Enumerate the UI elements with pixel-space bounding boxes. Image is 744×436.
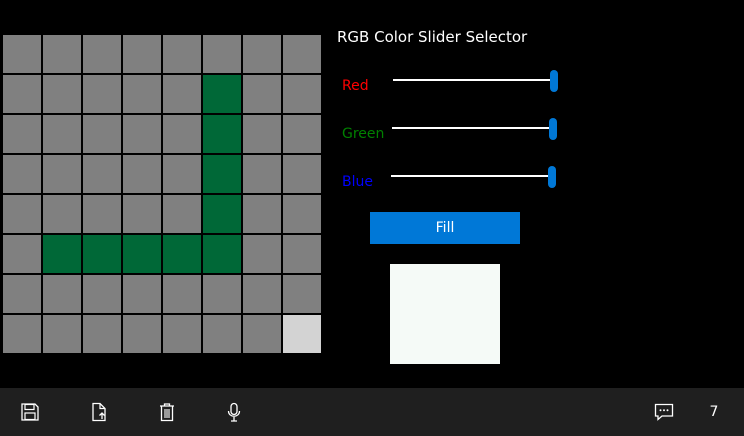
grid-cell[interactable] <box>203 75 241 113</box>
grid-cell[interactable] <box>123 235 161 273</box>
app-title: RGB Color Slider Selector <box>337 28 528 46</box>
blue-slider-track <box>391 175 556 177</box>
grid-cell[interactable] <box>243 35 281 73</box>
grid-cell[interactable] <box>123 155 161 193</box>
item-count: 7 <box>709 404 719 420</box>
grid-cell[interactable] <box>83 195 121 233</box>
red-slider-track <box>393 79 558 81</box>
grid-cell[interactable] <box>163 235 201 273</box>
grid-cell[interactable] <box>243 155 281 193</box>
grid-cell[interactable] <box>243 235 281 273</box>
green-label: Green <box>342 126 385 142</box>
grid-cell[interactable] <box>123 115 161 153</box>
grid-cell[interactable] <box>83 315 121 353</box>
grid-cell[interactable] <box>203 35 241 73</box>
grid-cell[interactable] <box>123 195 161 233</box>
grid-cell[interactable] <box>3 315 41 353</box>
green-slider[interactable] <box>392 115 557 143</box>
grid-cell[interactable] <box>3 275 41 313</box>
grid-cell[interactable] <box>123 35 161 73</box>
grid-cell[interactable] <box>3 195 41 233</box>
grid-cell[interactable] <box>283 315 321 353</box>
grid-cell[interactable] <box>3 115 41 153</box>
grid-cell[interactable] <box>163 155 201 193</box>
grid-cell[interactable] <box>3 35 41 73</box>
delete-icon <box>160 403 174 422</box>
grid-cell[interactable] <box>163 115 201 153</box>
grid-cell[interactable] <box>83 35 121 73</box>
grid-cell[interactable] <box>283 75 321 113</box>
grid-cell[interactable] <box>43 115 81 153</box>
microphone-icon <box>227 402 241 422</box>
grid-cell[interactable] <box>3 155 41 193</box>
grid-cell[interactable] <box>163 35 201 73</box>
export-icon <box>92 402 106 422</box>
grid-cell[interactable] <box>123 275 161 313</box>
microphone-button[interactable] <box>210 388 258 436</box>
grid-cell[interactable] <box>283 155 321 193</box>
grid-cell[interactable] <box>163 275 201 313</box>
grid-cell[interactable] <box>243 275 281 313</box>
grid-cell[interactable] <box>203 115 241 153</box>
grid-cell[interactable] <box>283 115 321 153</box>
grid-cell[interactable] <box>283 35 321 73</box>
blue-slider[interactable] <box>391 163 556 191</box>
grid-cell[interactable] <box>83 235 121 273</box>
grid-cell[interactable] <box>3 235 41 273</box>
save-button[interactable] <box>6 388 54 436</box>
export-button[interactable] <box>75 388 123 436</box>
green-slider-thumb[interactable] <box>549 118 557 140</box>
grid-cell[interactable] <box>163 75 201 113</box>
blue-slider-thumb[interactable] <box>548 166 556 188</box>
grid-cell[interactable] <box>203 275 241 313</box>
grid-cell[interactable] <box>283 195 321 233</box>
grid-cell[interactable] <box>163 195 201 233</box>
grid-cell[interactable] <box>203 315 241 353</box>
grid-cell[interactable] <box>83 275 121 313</box>
grid-cell[interactable] <box>43 35 81 73</box>
grid-cell[interactable] <box>243 115 281 153</box>
grid-cell[interactable] <box>43 275 81 313</box>
grid-cell[interactable] <box>123 315 161 353</box>
grid-cell[interactable] <box>83 115 121 153</box>
save-icon <box>21 403 39 421</box>
grid-cell[interactable] <box>203 235 241 273</box>
fill-button[interactable]: Fill <box>370 212 520 244</box>
red-slider-thumb[interactable] <box>550 70 558 92</box>
red-label: Red <box>342 78 369 94</box>
grid-cell[interactable] <box>203 195 241 233</box>
feedback-button[interactable] <box>640 388 688 436</box>
pixel-grid <box>3 35 321 353</box>
grid-cell[interactable] <box>243 75 281 113</box>
blue-label: Blue <box>342 174 373 190</box>
grid-cell[interactable] <box>43 315 81 353</box>
green-slider-track <box>392 127 557 129</box>
grid-cell[interactable] <box>3 75 41 113</box>
grid-cell[interactable] <box>123 75 161 113</box>
grid-cell[interactable] <box>283 235 321 273</box>
delete-button[interactable] <box>143 388 191 436</box>
grid-cell[interactable] <box>283 275 321 313</box>
grid-cell[interactable] <box>43 75 81 113</box>
bottom-app-bar: 7 <box>0 388 744 436</box>
feedback-icon <box>654 403 674 421</box>
grid-cell[interactable] <box>243 315 281 353</box>
grid-cell[interactable] <box>83 155 121 193</box>
grid-cell[interactable] <box>43 195 81 233</box>
grid-cell[interactable] <box>43 235 81 273</box>
grid-cell[interactable] <box>43 155 81 193</box>
grid-cell[interactable] <box>203 155 241 193</box>
color-preview <box>390 264 500 364</box>
red-slider[interactable] <box>393 67 558 95</box>
grid-cell[interactable] <box>83 75 121 113</box>
grid-cell[interactable] <box>163 315 201 353</box>
grid-cell[interactable] <box>243 195 281 233</box>
